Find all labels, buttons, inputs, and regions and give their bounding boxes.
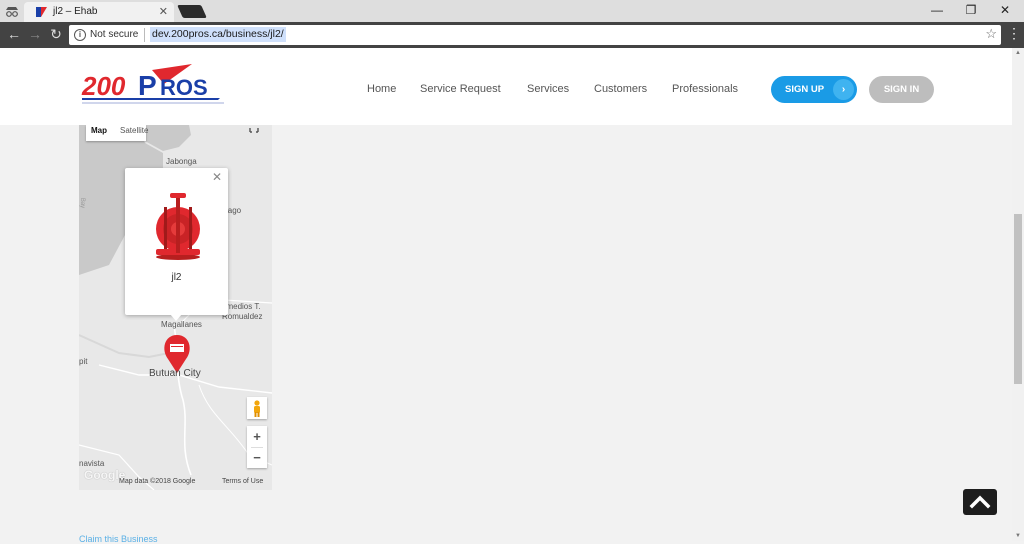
minimize-button[interactable]: — bbox=[927, 3, 947, 17]
place-label: pit bbox=[79, 357, 88, 366]
page-scrollbar[interactable]: ▲ ▼ bbox=[1012, 48, 1024, 541]
nav-services[interactable]: Services bbox=[527, 83, 569, 95]
place-label: iago bbox=[226, 206, 242, 215]
tab-title: jl2 – Ehab bbox=[53, 6, 98, 17]
url-text[interactable]: dev.200pros.ca/business/jl2/ bbox=[150, 27, 286, 42]
bookmark-star-icon[interactable]: ☆ bbox=[985, 26, 997, 42]
map-type-map[interactable]: Map bbox=[91, 126, 107, 135]
zoom-out-button[interactable]: − bbox=[247, 447, 267, 468]
restore-button[interactable]: ❐ bbox=[961, 3, 981, 17]
scrollbar-thumb[interactable] bbox=[1014, 214, 1022, 384]
place-label: Romualdez bbox=[222, 312, 263, 321]
map-attribution: Map data ©2018 Google bbox=[119, 478, 196, 485]
back-icon[interactable]: ← bbox=[6, 26, 22, 42]
close-window-button[interactable]: ✕ bbox=[995, 3, 1015, 17]
scroll-to-top-button[interactable] bbox=[963, 489, 997, 515]
place-label: Bay bbox=[79, 197, 86, 209]
browser-menu-icon[interactable]: ⋮ bbox=[1007, 26, 1021, 40]
svg-text:200: 200 bbox=[81, 71, 126, 101]
place-label: Jabonga bbox=[166, 157, 197, 166]
info-icon[interactable]: i bbox=[74, 29, 86, 41]
cable-reel-image bbox=[156, 193, 200, 260]
city-label: Butuan City bbox=[149, 368, 201, 379]
scroll-down-arrow-icon[interactable]: ▼ bbox=[1015, 533, 1021, 539]
divider bbox=[144, 28, 145, 42]
map-type-control[interactable]: Map Satellite bbox=[86, 125, 148, 141]
forward-icon[interactable]: → bbox=[27, 26, 43, 42]
pegman-icon[interactable] bbox=[247, 397, 267, 419]
chevron-up-icon bbox=[969, 495, 991, 509]
browser-titlebar: jl2 – Ehab ✕ — ❐ ✕ bbox=[0, 0, 1024, 22]
map-info-window[interactable]: ✕ jl2 bbox=[125, 168, 228, 321]
fullscreen-icon[interactable] bbox=[247, 125, 261, 137]
sign-up-button[interactable]: SIGN UP › bbox=[771, 76, 857, 103]
nav-service-request[interactable]: Service Request bbox=[420, 83, 501, 95]
map-type-satellite[interactable]: Satellite bbox=[120, 126, 148, 135]
sign-in-button[interactable]: SIGN IN bbox=[869, 76, 934, 103]
200pros-logo[interactable]: 200 P ROS bbox=[80, 64, 230, 108]
info-window-tail bbox=[170, 314, 182, 321]
business-name: jl2 bbox=[171, 272, 182, 283]
tab-active[interactable]: jl2 – Ehab ✕ bbox=[24, 2, 174, 22]
divider bbox=[251, 447, 263, 448]
close-icon[interactable]: ✕ bbox=[212, 170, 222, 184]
nav-professionals[interactable]: Professionals bbox=[672, 83, 738, 95]
place-label: navista bbox=[79, 459, 105, 468]
zoom-control: + − bbox=[247, 426, 267, 468]
nav-customers[interactable]: Customers bbox=[594, 83, 647, 95]
svg-text:P: P bbox=[138, 70, 157, 101]
sign-up-label: SIGN UP bbox=[785, 84, 825, 95]
place-label: Magallanes bbox=[161, 320, 202, 329]
claim-business-link[interactable]: Claim this Business bbox=[79, 534, 158, 544]
terms-of-use-link[interactable]: Terms of Use bbox=[222, 478, 263, 485]
zoom-in-button[interactable]: + bbox=[247, 426, 267, 447]
nav-home[interactable]: Home bbox=[367, 83, 396, 95]
chevron-right-icon: › bbox=[833, 79, 854, 100]
scroll-up-arrow-icon[interactable]: ▲ bbox=[1015, 50, 1021, 56]
browser-toolbar: ← → ↻ i Not secure dev.200pros.ca/busine… bbox=[0, 22, 1024, 48]
tab-close-icon[interactable]: ✕ bbox=[159, 5, 168, 18]
reload-icon[interactable]: ↻ bbox=[48, 26, 64, 42]
favicon-icon bbox=[36, 7, 47, 17]
incognito-icon bbox=[6, 7, 18, 17]
svg-text:ROS: ROS bbox=[160, 75, 208, 100]
security-label[interactable]: Not secure bbox=[90, 29, 138, 40]
address-bar[interactable]: i Not secure dev.200pros.ca/business/jl2… bbox=[69, 25, 1001, 45]
site-header: 200 P ROS Home Service Request Services … bbox=[0, 48, 1012, 125]
new-tab-button[interactable] bbox=[177, 5, 207, 18]
